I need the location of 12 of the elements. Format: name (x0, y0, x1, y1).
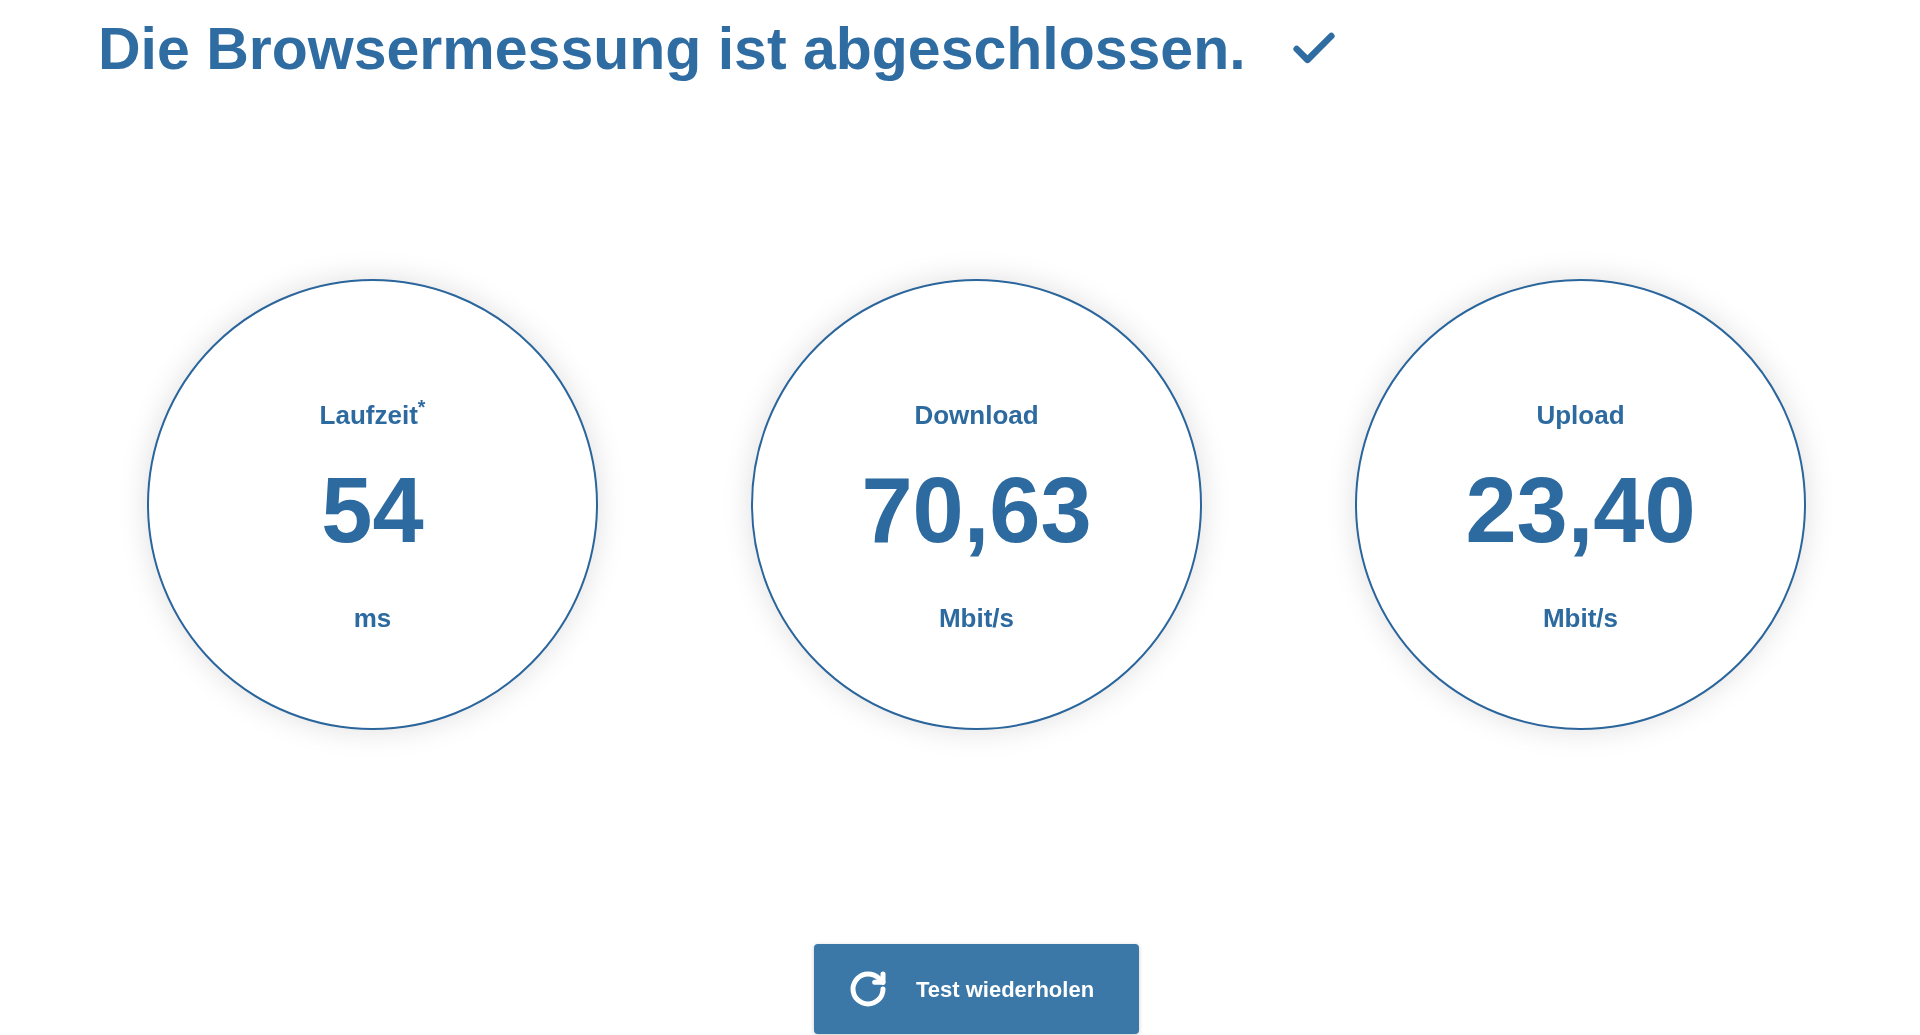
page-title: Die Browsermessung ist abgeschlossen. (98, 15, 1246, 84)
metric-value: 23,40 (1465, 460, 1696, 560)
metric-value: 70,63 (861, 460, 1092, 560)
metric-value: 54 (321, 460, 424, 560)
metric-label: Download (914, 400, 1039, 430)
metric-unit: Mbit/s (938, 603, 1015, 633)
metric-unit: Mbit/s (1542, 603, 1619, 633)
refresh-icon (848, 969, 888, 1009)
metric-label: Laufzeit$^{*}$ (319, 400, 426, 430)
metric-unit: ms (353, 603, 392, 633)
repeat-test-button[interactable]: Test wiederholen (814, 944, 1139, 1034)
metric-label: Upload (1536, 400, 1625, 430)
